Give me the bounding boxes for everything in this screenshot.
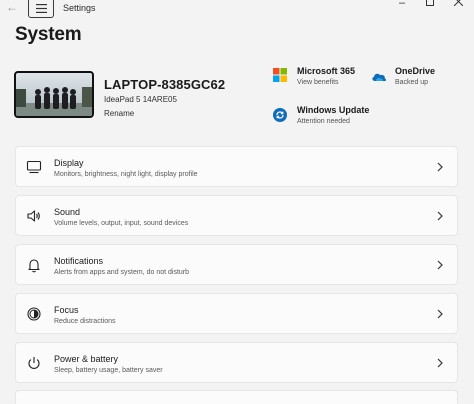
settings-card-focus[interactable]: Focus Reduce distractions — [15, 293, 458, 334]
onedrive-icon — [372, 73, 387, 81]
quick-link-onedrive[interactable]: OneDrive Backed up — [371, 66, 461, 92]
wallpaper-photo — [16, 73, 92, 116]
quick-link-windows-update[interactable]: Windows Update Attention needed — [273, 105, 383, 131]
focus-icon — [27, 307, 41, 321]
maximize-icon — [426, 0, 434, 6]
speaker-icon — [27, 210, 40, 222]
quick-link-subtitle: View benefits — [297, 79, 339, 86]
quick-link-microsoft-365[interactable]: Microsoft 365 View benefits — [273, 66, 373, 92]
close-icon — [453, 0, 463, 7]
power-icon — [28, 357, 40, 369]
settings-card-title: Focus — [54, 305, 79, 315]
windows-update-icon — [273, 108, 287, 122]
settings-card-subtitle: Sleep, battery usage, battery saver — [54, 367, 163, 374]
page-title: System — [15, 24, 82, 45]
display-icon — [26, 160, 42, 174]
quick-link-title: Microsoft 365 — [297, 66, 356, 76]
settings-card-subtitle: Reduce distractions — [54, 318, 116, 325]
settings-card-display[interactable]: Display Monitors, brightness, night ligh… — [15, 146, 458, 187]
chevron-right-icon — [437, 211, 443, 221]
settings-card-title: Sound — [54, 207, 81, 217]
settings-card-subtitle: Volume levels, output, input, sound devi… — [54, 220, 189, 227]
app-title: Settings — [63, 3, 96, 13]
settings-card-title: Notifications — [54, 256, 104, 266]
settings-card-subtitle: Alerts from apps and system, do not dist… — [54, 269, 190, 276]
quick-link-title: Windows Update — [297, 105, 370, 115]
bell-icon — [28, 259, 40, 273]
back-arrow-icon[interactable]: ← — [4, 0, 20, 16]
quick-link-subtitle: Attention needed — [297, 118, 350, 125]
chevron-right-icon — [437, 309, 443, 319]
device-wallpaper-thumbnail — [14, 71, 94, 118]
navigation-menu-button[interactable] — [28, 0, 54, 18]
settings-card-sound[interactable]: Sound Volume levels, output, input, soun… — [15, 195, 458, 236]
hamburger-icon — [35, 3, 47, 13]
settings-card-title: Display — [54, 158, 84, 168]
chevron-right-icon — [437, 358, 443, 368]
settings-card-subtitle: Monitors, brightness, night light, displ… — [54, 171, 198, 178]
settings-card-power-battery[interactable]: Power & battery Sleep, battery usage, ba… — [15, 342, 458, 383]
rename-link[interactable]: Rename — [104, 109, 134, 118]
quick-link-title: OneDrive — [395, 66, 436, 76]
microsoft-365-icon — [273, 68, 287, 82]
settings-card-next[interactable] — [15, 390, 458, 404]
settings-card-notifications[interactable]: Notifications Alerts from apps and syste… — [15, 244, 458, 285]
settings-card-title: Power & battery — [54, 354, 119, 364]
device-name: LAPTOP-8385GC62 — [104, 77, 226, 92]
device-model: IdeaPad 5 14ARE05 — [104, 95, 177, 104]
chevron-right-icon — [437, 260, 443, 270]
title-bar: ← Settings – — [0, 0, 474, 18]
close-button[interactable] — [438, 0, 474, 10]
quick-link-subtitle: Backed up — [395, 79, 429, 86]
chevron-right-icon — [437, 162, 443, 172]
